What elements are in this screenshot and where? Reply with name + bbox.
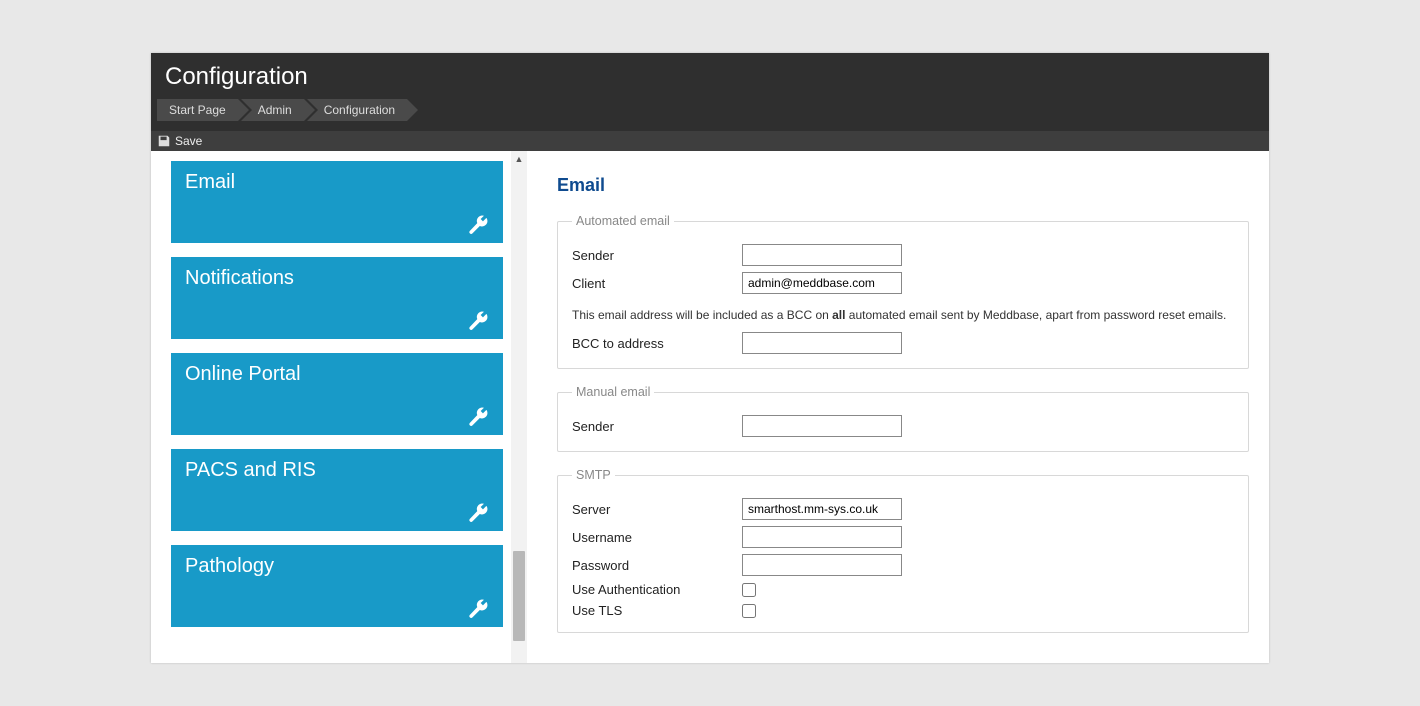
wrench-icon xyxy=(467,501,489,523)
label-use-tls: Use TLS xyxy=(572,603,742,618)
label-bcc: BCC to address xyxy=(572,336,742,351)
sidebar-tile-label: Notifications xyxy=(185,267,294,289)
label-smtp-server: Server xyxy=(572,502,742,517)
label-manual-sender: Sender xyxy=(572,419,742,434)
input-smtp-username[interactable] xyxy=(742,526,902,548)
sidebar-tile-email[interactable]: Email xyxy=(171,161,503,243)
input-auto-sender[interactable] xyxy=(742,244,902,266)
save-button-label: Save xyxy=(175,134,202,148)
legend-automated-email: Automated email xyxy=(572,214,674,228)
sidebar-tile-label: Email xyxy=(185,171,235,193)
label-smtp-password: Password xyxy=(572,558,742,573)
sidebar: Email Notifications Online Portal PACS a… xyxy=(157,151,511,663)
input-manual-sender[interactable] xyxy=(742,415,902,437)
wrench-icon xyxy=(467,405,489,427)
section-title-email: Email xyxy=(557,175,1249,196)
fieldset-manual-email: Manual email Sender xyxy=(557,385,1249,452)
legend-smtp: SMTP xyxy=(572,468,615,482)
sidebar-tile-label: Pathology xyxy=(185,555,274,577)
sidebar-tile-label: PACS and RIS xyxy=(185,459,316,481)
input-auto-client[interactable] xyxy=(742,272,902,294)
bcc-note: This email address will be included as a… xyxy=(572,308,1234,322)
wrench-icon xyxy=(467,309,489,331)
sidebar-column: Email Notifications Online Portal PACS a… xyxy=(151,151,527,663)
save-icon xyxy=(157,134,171,148)
sidebar-tile-pacs-ris[interactable]: PACS and RIS xyxy=(171,449,503,531)
wrench-icon xyxy=(467,597,489,619)
label-smtp-username: Username xyxy=(572,530,742,545)
checkbox-use-auth[interactable] xyxy=(742,583,756,597)
app-window: Configuration Start Page Admin Configura… xyxy=(151,53,1269,663)
legend-manual-email: Manual email xyxy=(572,385,654,399)
scroll-thumb[interactable] xyxy=(513,551,525,641)
sidebar-tile-label: Online Portal xyxy=(185,363,301,385)
sidebar-tile-pathology[interactable]: Pathology xyxy=(171,545,503,627)
save-button[interactable]: Save xyxy=(157,134,202,148)
input-smtp-server[interactable] xyxy=(742,498,902,520)
scroll-up-icon[interactable]: ▲ xyxy=(511,151,527,167)
fieldset-smtp: SMTP Server Username Password Use Authen… xyxy=(557,468,1249,633)
sidebar-tile-online-portal[interactable]: Online Portal xyxy=(171,353,503,435)
input-smtp-password[interactable] xyxy=(742,554,902,576)
toolbar: Save xyxy=(151,131,1269,151)
label-auto-client: Client xyxy=(572,276,742,291)
label-use-auth: Use Authentication xyxy=(572,582,742,597)
sidebar-tile-notifications[interactable]: Notifications xyxy=(171,257,503,339)
breadcrumb: Start Page Admin Configuration xyxy=(151,99,1269,131)
body: Email Notifications Online Portal PACS a… xyxy=(151,151,1269,663)
breadcrumb-item-admin[interactable]: Admin xyxy=(252,99,304,121)
sidebar-scrollbar[interactable]: ▲ xyxy=(511,151,527,663)
page-title: Configuration xyxy=(151,53,1269,99)
breadcrumb-item-configuration[interactable]: Configuration xyxy=(318,99,407,121)
content-panel: Email Automated email Sender Client This… xyxy=(527,151,1269,663)
checkbox-use-tls[interactable] xyxy=(742,604,756,618)
breadcrumb-item-start[interactable]: Start Page xyxy=(157,99,238,121)
wrench-icon xyxy=(467,213,489,235)
fieldset-automated-email: Automated email Sender Client This email… xyxy=(557,214,1249,369)
input-bcc[interactable] xyxy=(742,332,902,354)
label-auto-sender: Sender xyxy=(572,248,742,263)
